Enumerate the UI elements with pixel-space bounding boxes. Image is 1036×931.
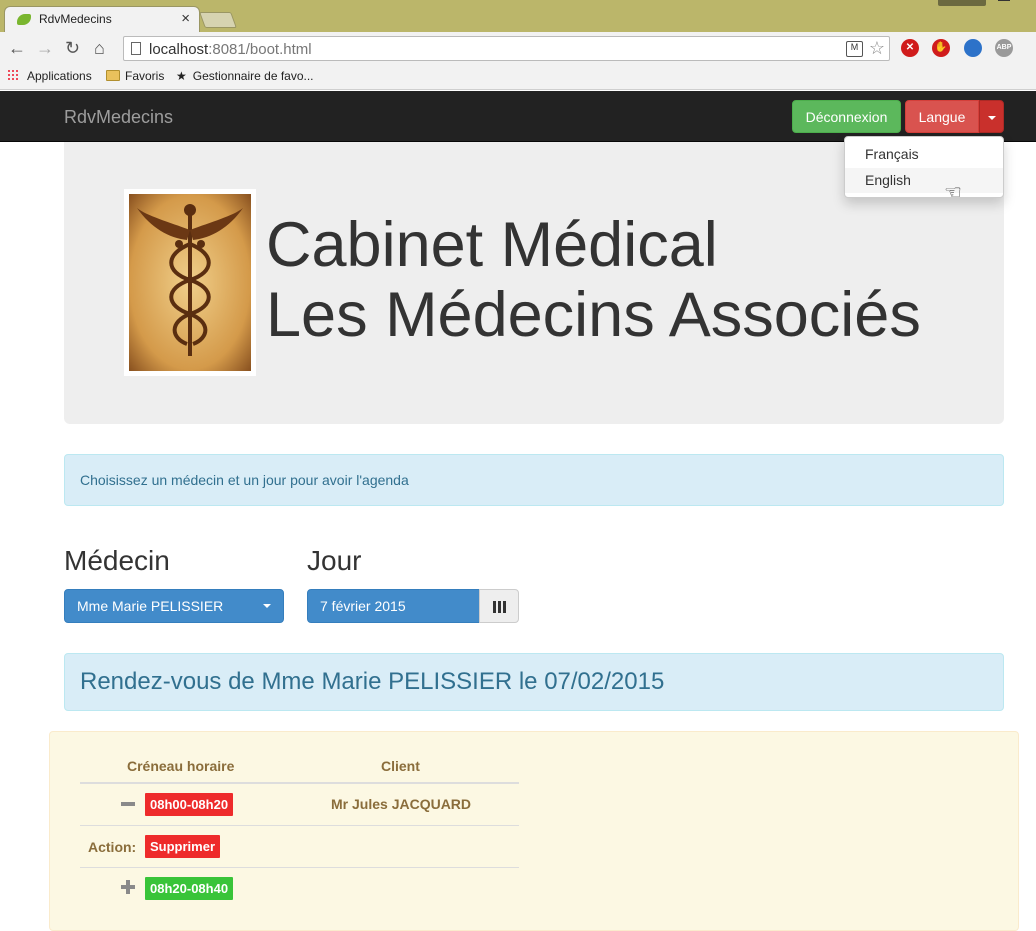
- leaf-favicon-icon: [17, 14, 31, 25]
- language-button[interactable]: Langue: [905, 100, 979, 133]
- bookmark-star-icon[interactable]: ☆: [869, 38, 885, 59]
- day-input[interactable]: 7 février 2015: [307, 589, 480, 623]
- globe-extension-icon[interactable]: [964, 39, 982, 57]
- language-dropdown-toggle[interactable]: [979, 100, 1004, 133]
- browser-tab[interactable]: RdvMedecins ×: [4, 6, 200, 32]
- column-header-client: Client: [381, 758, 420, 774]
- bookmark-manager-label: Gestionnaire de favo...: [192, 69, 314, 83]
- caduceus-image: [129, 194, 251, 371]
- client-name: Mr Jules JACQUARD: [331, 796, 472, 812]
- action-label: Action:: [88, 839, 137, 855]
- info-alert: Choisissez un médecin et un jour pour av…: [64, 454, 1004, 506]
- row-divider: [80, 867, 519, 868]
- caduceus-logo: [124, 189, 256, 376]
- delete-button[interactable]: Supprimer: [145, 835, 221, 858]
- hand-stop-extension-icon[interactable]: ✋: [932, 39, 950, 57]
- title-line-2: Les Médecins Associés: [266, 280, 921, 350]
- reload-icon[interactable]: ↻: [65, 38, 80, 59]
- back-arrow-icon[interactable]: ←: [8, 38, 26, 59]
- address-bar-url[interactable]: localhost:8081/boot.html: [149, 41, 312, 58]
- agenda-heading: Rendez-vous de Mme Marie PELISSIER le 07…: [64, 653, 1004, 711]
- bookmark-favoris[interactable]: Favoris: [106, 69, 164, 83]
- caret-down-icon: [987, 116, 996, 121]
- calendar-grid-icon: [493, 601, 506, 613]
- forward-arrow-icon[interactable]: →: [36, 38, 54, 59]
- minus-icon[interactable]: [121, 802, 135, 806]
- close-tab-icon[interactable]: ×: [181, 10, 190, 27]
- doctor-select[interactable]: Mme Marie PELISSIER: [64, 589, 284, 623]
- navbar-brand[interactable]: RdvMedecins: [64, 107, 173, 128]
- adblock-extension-icon[interactable]: ABP: [995, 39, 1013, 57]
- slot-free-badge[interactable]: 08h20-08h40: [145, 877, 234, 900]
- slot-booked-badge[interactable]: 08h00-08h20: [145, 793, 234, 816]
- apps-grid-icon: [7, 69, 19, 81]
- language-option-english[interactable]: English: [845, 168, 1003, 193]
- page-title: Cabinet Médical Les Médecins Associés: [266, 210, 921, 350]
- logout-button[interactable]: Déconnexion: [792, 100, 901, 133]
- browser-tabstrip: RdvMedecins ×: [0, 0, 1036, 32]
- star-icon: ★: [176, 69, 187, 83]
- page-document-icon: [131, 42, 141, 55]
- browser-toolbar: ← → ↻ ⌂ localhost:8081/boot.html M ☆ ✕ ✋…: [0, 32, 1036, 65]
- address-bar[interactable]: localhost:8081/boot.html M ☆: [123, 36, 890, 61]
- bookmarks-bar: Applications Favoris ★ Gestionnaire de fa…: [0, 65, 1036, 90]
- doctor-heading: Médecin: [64, 545, 170, 576]
- user-profile-chip[interactable]: [938, 0, 986, 6]
- calendar-button[interactable]: [479, 589, 519, 623]
- bookmark-applications[interactable]: Applications: [27, 69, 92, 83]
- minimize-window-icon[interactable]: [998, 0, 1010, 1]
- bookmark-favoris-label: Favoris: [125, 69, 165, 83]
- folder-icon: [106, 70, 120, 81]
- caret-down-icon: [263, 604, 271, 608]
- browser-tab-title: RdvMedecins: [39, 12, 112, 26]
- hand-cursor-icon: ☜: [944, 182, 962, 204]
- title-line-1: Cabinet Médical: [266, 210, 718, 280]
- language-option-francais[interactable]: Français: [845, 142, 1003, 167]
- bookmark-manager[interactable]: ★ Gestionnaire de favo...: [176, 69, 314, 83]
- home-icon[interactable]: ⌂: [94, 38, 105, 59]
- language-dropdown-menu: Français English: [844, 136, 1004, 198]
- url-path: :8081/boot.html: [208, 41, 312, 58]
- url-host: localhost: [149, 41, 209, 58]
- new-tab-button[interactable]: [199, 12, 237, 28]
- row-divider: [80, 825, 519, 826]
- column-header-slot: Créneau horaire: [127, 758, 235, 774]
- plus-icon-vertical[interactable]: [126, 880, 130, 894]
- day-heading: Jour: [307, 545, 362, 576]
- header-divider: [80, 782, 519, 784]
- doctor-select-value: Mme Marie PELISSIER: [77, 598, 224, 614]
- extension-m-icon[interactable]: M: [846, 41, 863, 57]
- stop-extension-icon[interactable]: ✕: [901, 39, 919, 57]
